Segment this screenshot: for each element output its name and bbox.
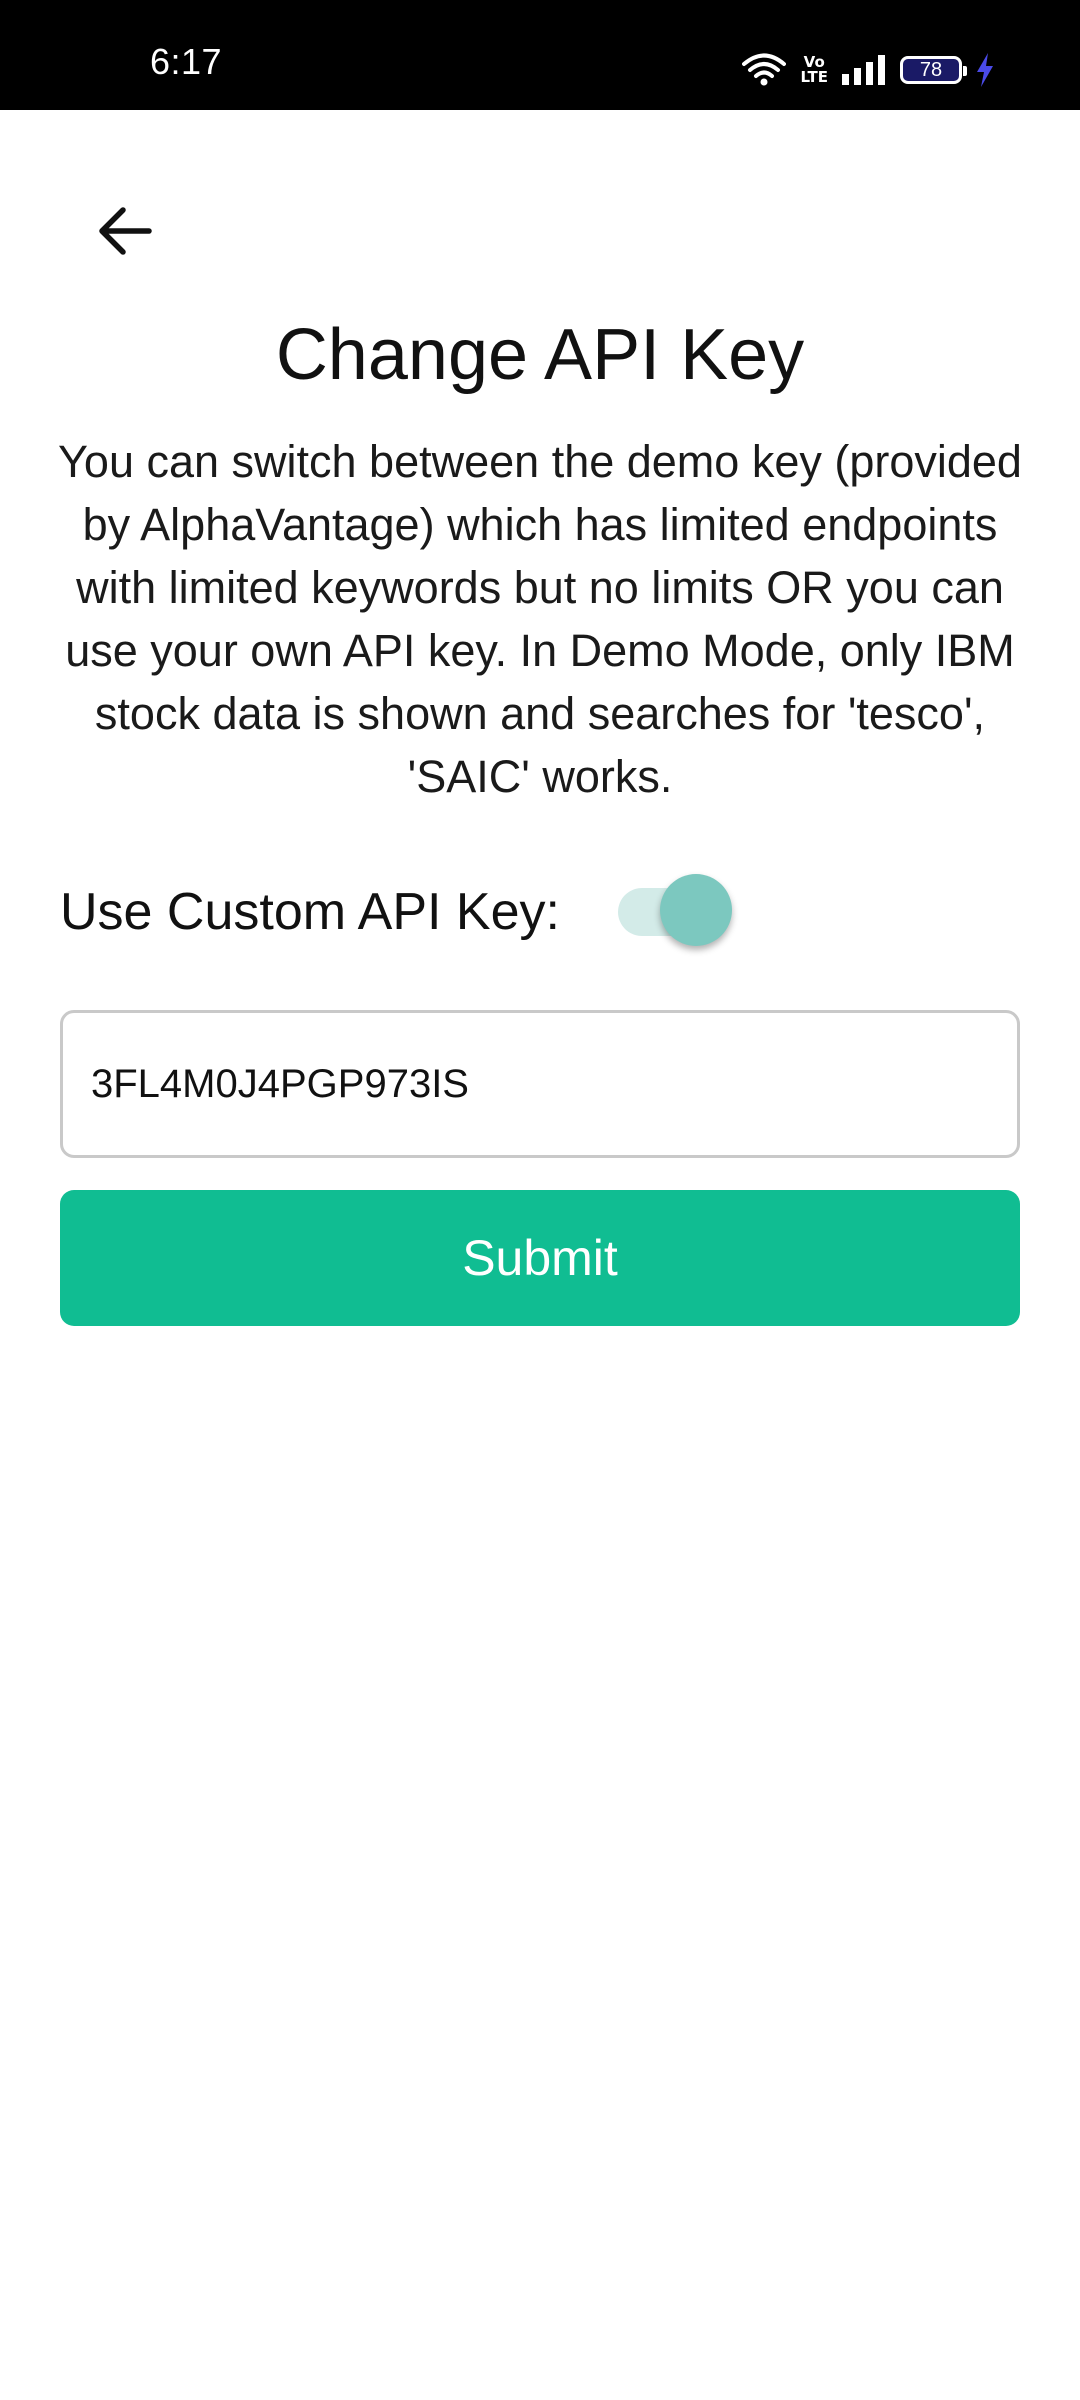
toggle-thumb xyxy=(660,874,732,946)
page-title: Change API Key xyxy=(275,315,805,395)
custom-key-toggle[interactable] xyxy=(616,872,736,948)
custom-key-label: Use Custom API Key: xyxy=(60,883,560,941)
api-key-input[interactable] xyxy=(60,1010,1020,1158)
charging-bolt-icon xyxy=(976,53,994,87)
wifi-icon xyxy=(742,53,787,87)
volte-bottom-text: LTE xyxy=(800,68,828,86)
status-bar: 6:17 Vo LTE 78 xyxy=(0,0,1080,110)
battery-level: 78 xyxy=(919,59,943,81)
back-button[interactable] xyxy=(90,198,160,268)
description-text: You can switch between the demo key (pro… xyxy=(58,436,1022,802)
signal-icon xyxy=(842,55,886,85)
battery-icon: 78 xyxy=(900,56,967,84)
volte-icon: Vo LTE xyxy=(800,55,828,85)
submit-button[interactable]: Submit xyxy=(60,1190,1020,1326)
battery-nub xyxy=(963,66,967,76)
status-time: 6:17 xyxy=(150,41,223,82)
arrow-left-icon xyxy=(97,206,153,261)
status-icons: Vo LTE 78 xyxy=(742,50,994,90)
